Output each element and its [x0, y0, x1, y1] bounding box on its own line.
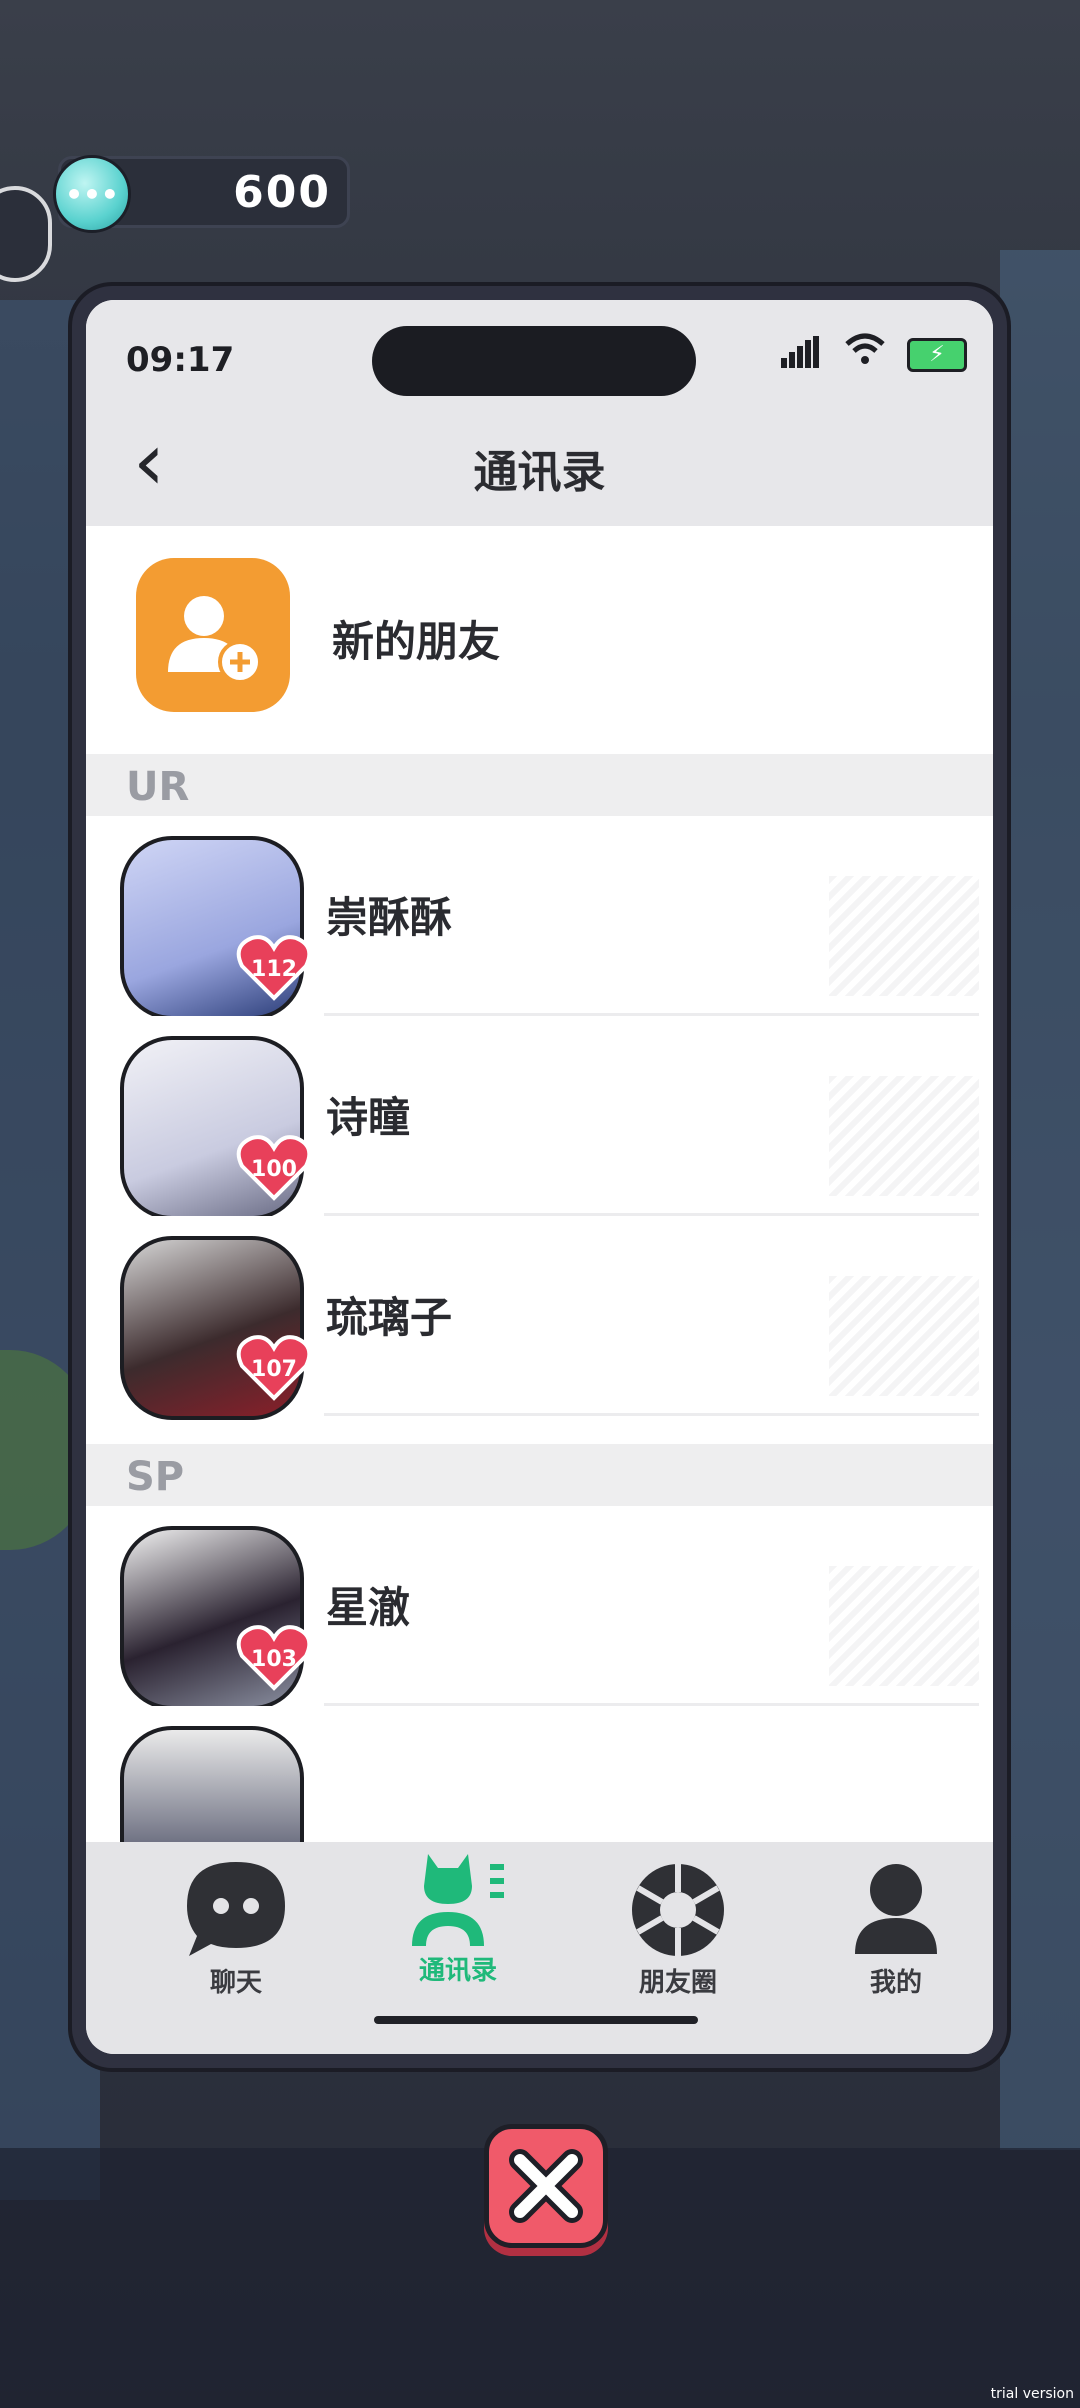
affection-value: 100 [251, 1157, 297, 1182]
affection-heart-icon: 103 [236, 1625, 312, 1691]
contact-row-partial[interactable] [86, 1706, 993, 1842]
row-pattern [829, 1076, 979, 1196]
affection-heart-icon: 100 [236, 1135, 312, 1201]
nav-bar: ‹ 通讯录 [86, 396, 993, 526]
contact-name: 崇酥酥 [326, 893, 453, 942]
tab-bar: 聊天 通讯录 朋友圈 我的 [86, 1842, 993, 2054]
phone-frame: 09:17 ⚡ ‹ 通讯录 新的朋友 UR 112 崇酥酥 100 诗瞳 107… [72, 286, 1007, 2068]
currency-amount: 600 [233, 167, 331, 218]
contact-row[interactable]: 100 诗瞳 [86, 1016, 993, 1220]
section-label: UR [126, 764, 190, 810]
signal-icon [781, 336, 819, 368]
person-icon [855, 1864, 937, 1954]
close-icon [509, 2149, 583, 2223]
tab-label: 我的 [869, 1968, 922, 1998]
aperture-icon [632, 1864, 724, 1956]
add-friend-icon [136, 558, 290, 712]
tab-label: 聊天 [209, 1968, 262, 1998]
phone-notch [372, 326, 696, 396]
tab-me[interactable]: 我的 [806, 1854, 986, 2004]
row-pattern [829, 1566, 979, 1686]
phone-screen: 09:17 ⚡ ‹ 通讯录 新的朋友 UR 112 崇酥酥 100 诗瞳 107… [86, 300, 993, 2054]
chat-bubble-icon [187, 1862, 285, 1956]
currency-display: ••• 600 [53, 155, 350, 233]
pause-button[interactable] [0, 186, 52, 282]
section-header-sp: SP [86, 1444, 993, 1506]
page-title: 通讯录 [473, 447, 606, 498]
section-header-ur: UR [86, 754, 993, 816]
tab-label: 通讯录 [418, 1956, 497, 1986]
row-divider [324, 1413, 979, 1416]
affection-heart-icon: 107 [236, 1335, 312, 1401]
contact-row[interactable]: 112 崇酥酥 [86, 816, 993, 1020]
affection-value: 103 [251, 1647, 297, 1672]
row-pattern [829, 876, 979, 996]
new-friend-row[interactable]: 新的朋友 [86, 526, 993, 754]
trial-watermark: trial version [990, 2386, 1074, 2402]
contacts-icon [412, 1854, 504, 1946]
row-pattern [829, 1276, 979, 1396]
status-time: 09:17 [126, 340, 235, 380]
battery-icon: ⚡ [907, 338, 967, 372]
affection-value: 107 [251, 1357, 297, 1382]
tab-contacts[interactable]: 通讯录 [368, 1854, 548, 2004]
avatar [120, 1726, 304, 1842]
section-label: SP [126, 1454, 185, 1500]
tab-chat[interactable]: 聊天 [146, 1854, 326, 2004]
contact-row[interactable]: 103 星澈 [86, 1506, 993, 1710]
new-friend-label: 新的朋友 [332, 617, 501, 666]
contact-name: 诗瞳 [326, 1093, 411, 1142]
tab-label: 朋友圈 [638, 1968, 717, 1998]
wifi-icon [845, 332, 885, 375]
contacts-list[interactable]: 新的朋友 UR 112 崇酥酥 100 诗瞳 107 琉璃子 SP 103 星澈 [86, 526, 993, 1842]
home-indicator[interactable] [374, 2016, 698, 2024]
contact-name: 琉璃子 [326, 1293, 453, 1342]
close-button[interactable] [484, 2124, 608, 2248]
contact-name: 星澈 [326, 1583, 411, 1632]
affection-heart-icon: 112 [236, 935, 312, 1001]
contact-row[interactable]: 107 琉璃子 [86, 1216, 993, 1420]
affection-value: 112 [251, 957, 297, 982]
chat-coin-icon: ••• [53, 155, 131, 233]
tab-moments[interactable]: 朋友圈 [588, 1854, 768, 2004]
